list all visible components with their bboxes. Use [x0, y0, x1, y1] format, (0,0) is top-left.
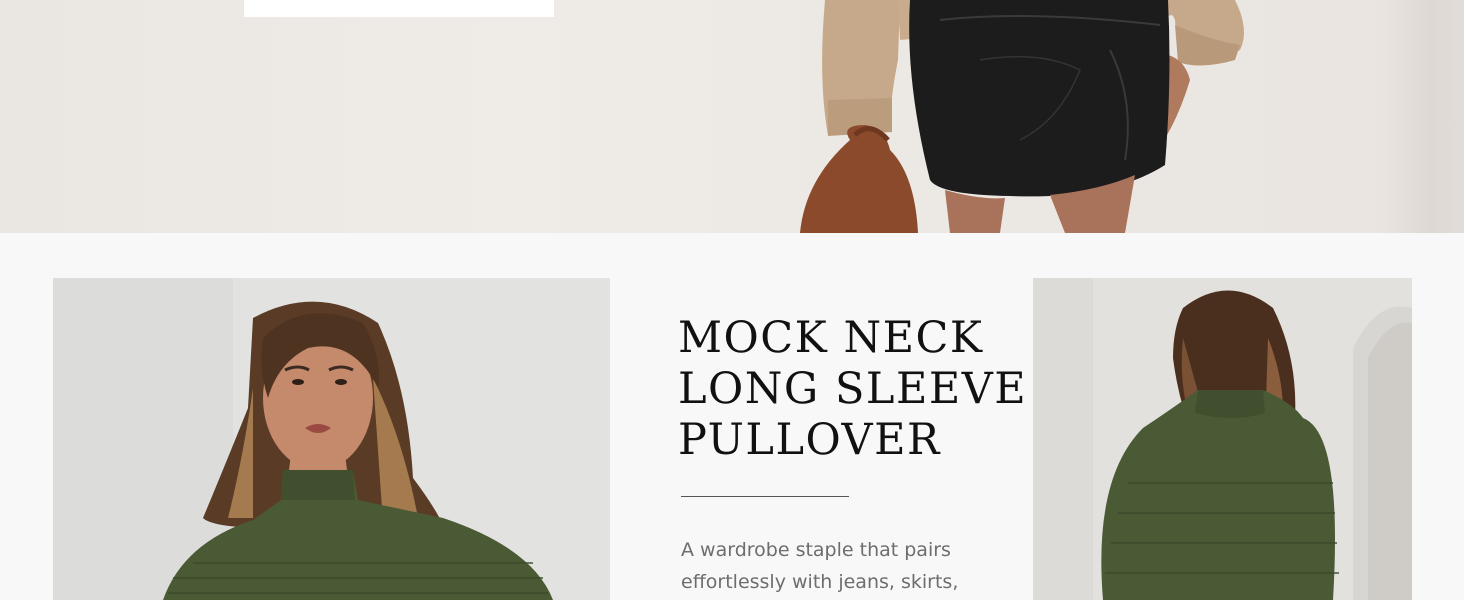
title-divider [681, 496, 849, 497]
hero-wall-shadow [1380, 0, 1464, 233]
product-section: MOCK NECK LONG SLEEVE PULLOVER A wardrob… [0, 233, 1464, 600]
hero-model-image [780, 0, 1280, 233]
hero-banner [0, 0, 1464, 233]
product-title-line-2: LONG SLEEVE [678, 364, 1028, 414]
product-description: A wardrobe staple that pairs effortlessl… [681, 539, 959, 593]
product-title: MOCK NECK LONG SLEEVE PULLOVER [678, 313, 1028, 466]
product-front-image [53, 278, 610, 600]
product-text-block: MOCK NECK LONG SLEEVE PULLOVER [678, 313, 1028, 466]
product-title-line-1: MOCK NECK [678, 313, 984, 363]
hero-white-label-box [244, 0, 554, 17]
product-title-line-3: PULLOVER [678, 415, 941, 465]
product-back-image [1033, 278, 1412, 600]
